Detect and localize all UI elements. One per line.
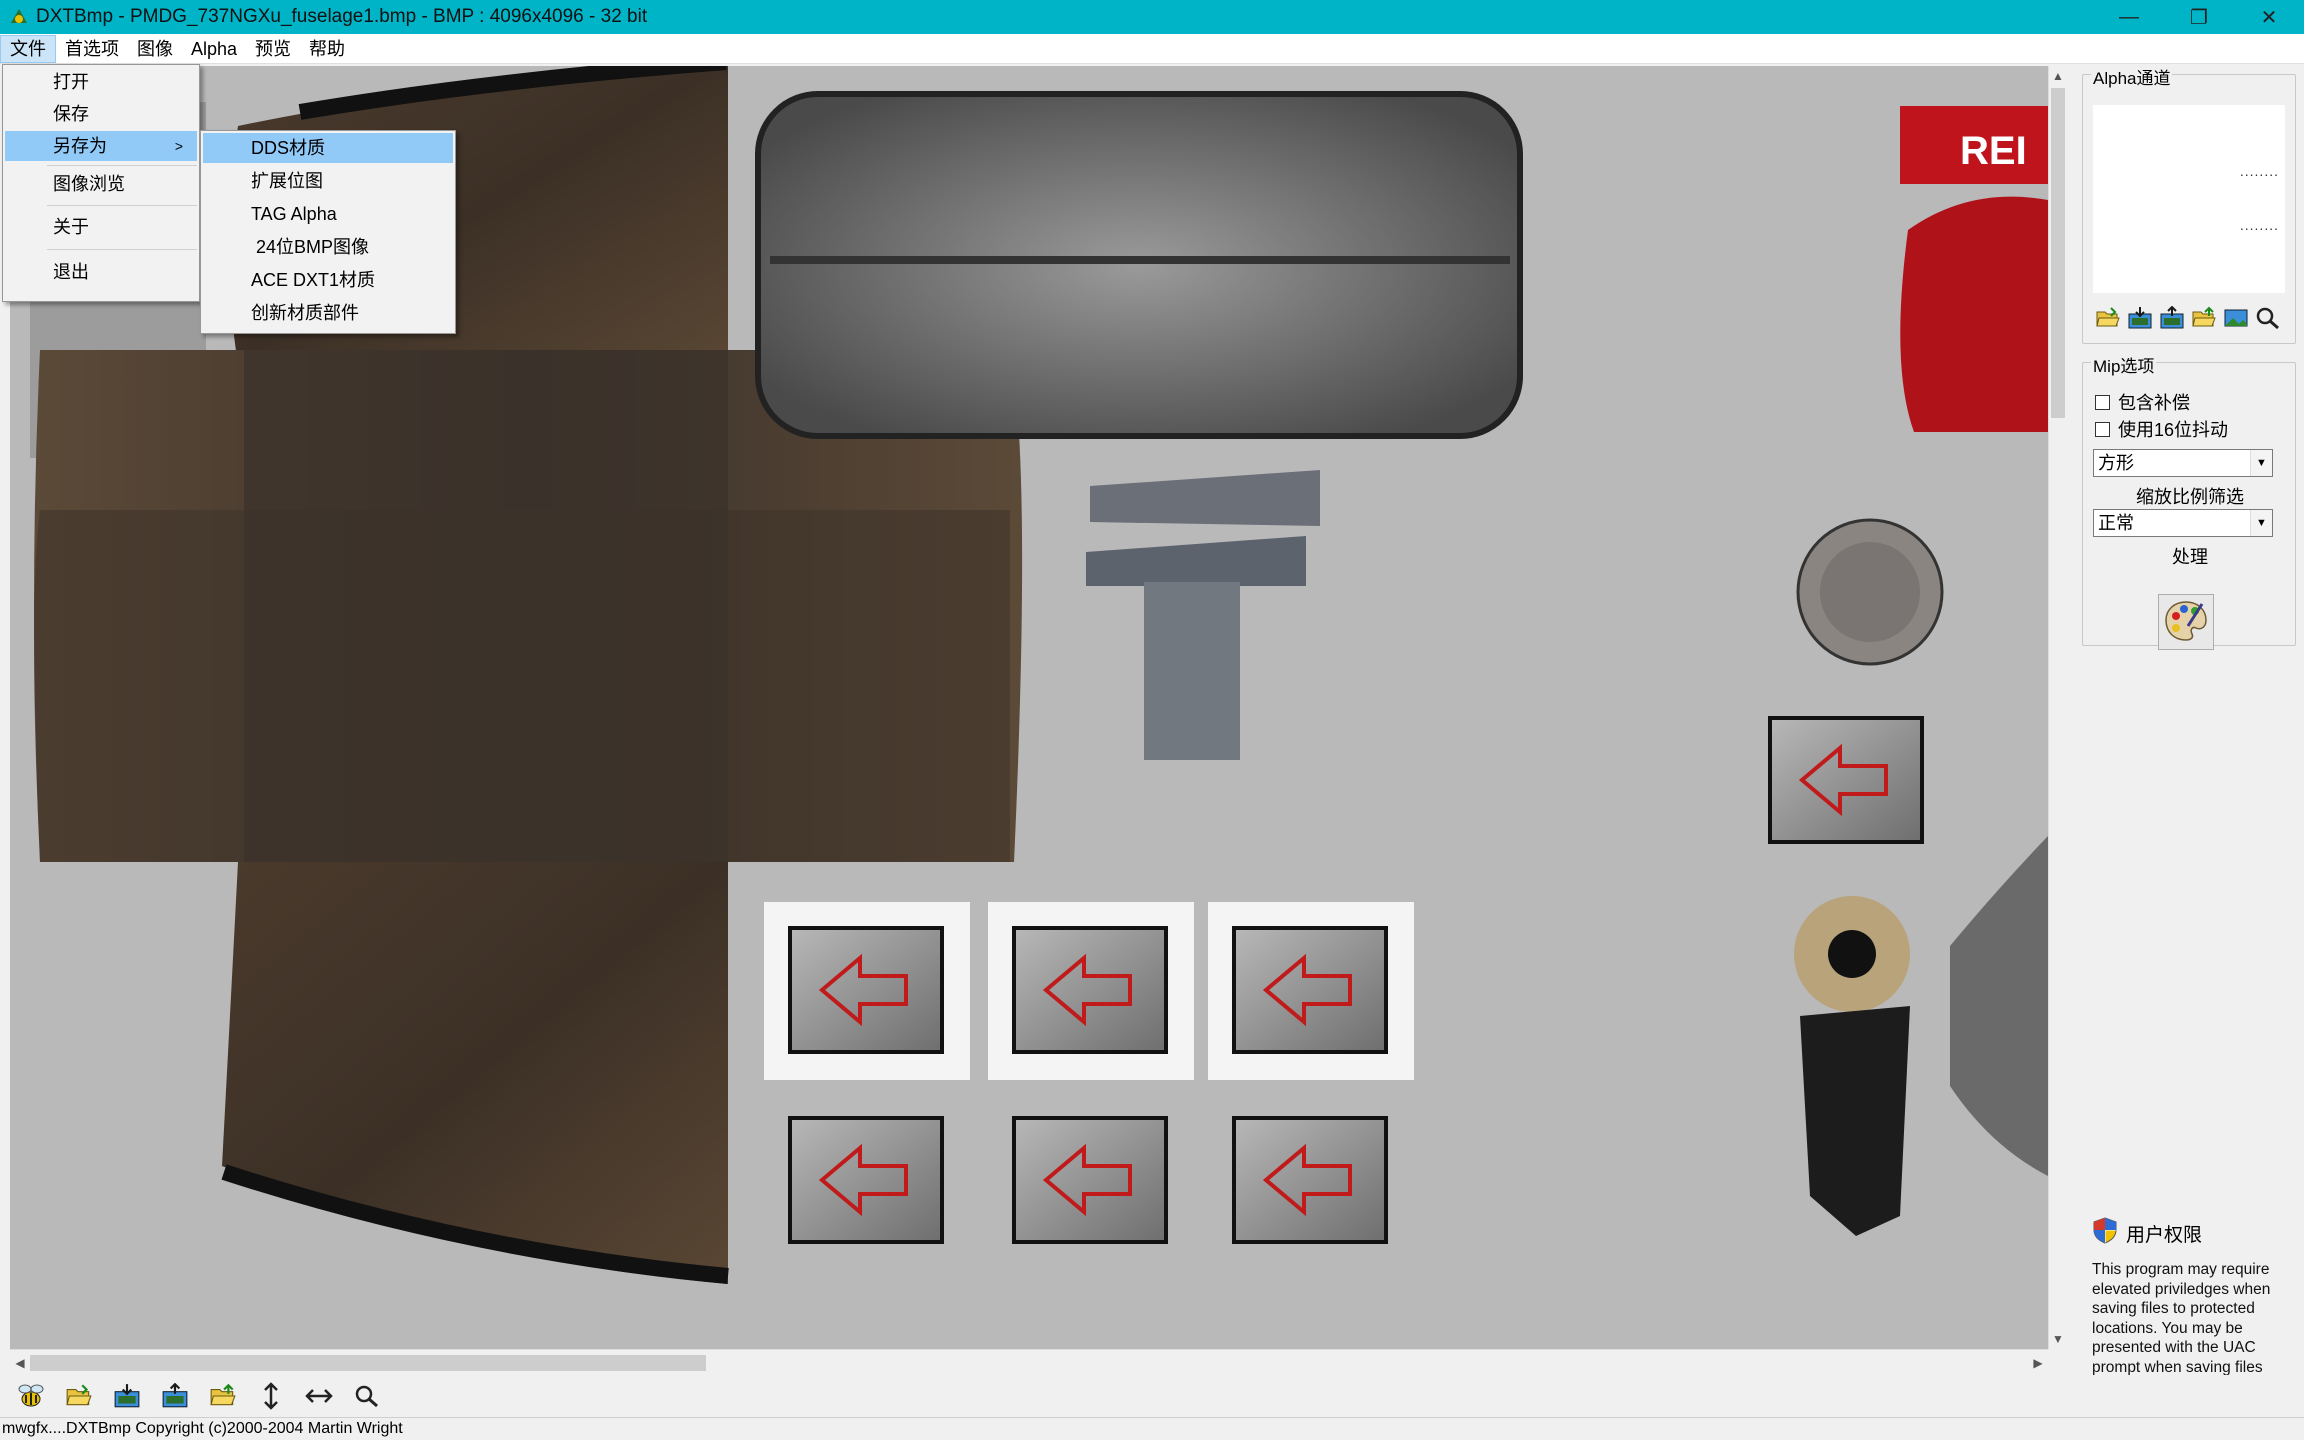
- bottom-toolbar: [0, 1375, 2304, 1417]
- alpha-preview: ........ ........: [2093, 105, 2285, 293]
- menu-preferences[interactable]: 首选项: [56, 35, 128, 63]
- chevron-right-icon: >: [174, 138, 183, 154]
- shield-icon: [2092, 1216, 2118, 1250]
- process-palette-button[interactable]: [2158, 594, 2214, 650]
- uac-text: This program may require elevated privil…: [2092, 1261, 2271, 1376]
- bee-icon[interactable]: [14, 1379, 48, 1413]
- submenu-item-tag-alpha[interactable]: TAG Alpha: [203, 199, 453, 229]
- mip-group-label: Mip选项: [2091, 352, 2157, 377]
- flip-horizontal-icon[interactable]: [302, 1379, 336, 1413]
- menu-item-about[interactable]: 关于: [5, 212, 197, 242]
- menu-separator: [47, 205, 197, 206]
- palette-icon: [2164, 598, 2208, 647]
- shape-select-value: 方形: [2098, 453, 2134, 473]
- compensate-checkbox[interactable]: [2095, 394, 2110, 410]
- export-image-icon[interactable]: [2157, 303, 2187, 333]
- horizontal-scroll-thumb[interactable]: [30, 1355, 706, 1371]
- open-folder-icon[interactable]: [2093, 303, 2123, 333]
- menu-file[interactable]: 文件: [0, 34, 56, 63]
- menu-item-open[interactable]: 打开: [5, 67, 197, 97]
- scroll-up-icon[interactable]: ▲: [2049, 66, 2067, 86]
- submenu-item-ace-dxt1[interactable]: ACE DXT1材质: [203, 265, 453, 295]
- menu-item-image-browse[interactable]: 图像浏览: [5, 169, 197, 199]
- window-title: DXTBmp - PMDG_737NGXu_fuselage1.bmp - BM…: [36, 6, 648, 27]
- zoom-icon[interactable]: [350, 1379, 384, 1413]
- menu-image[interactable]: 图像: [128, 35, 182, 63]
- right-panel: Alpha通道 ........ ........ Mip选项 包含补偿 使用1…: [2066, 64, 2304, 1417]
- process-label: 处理: [2172, 547, 2208, 567]
- chevron-down-icon[interactable]: ▼: [2250, 450, 2272, 476]
- scroll-right-icon[interactable]: ▶: [2028, 1350, 2048, 1376]
- scroll-down-icon[interactable]: ▼: [2049, 1329, 2067, 1349]
- dither-row[interactable]: 使用16位抖动: [2095, 416, 2228, 442]
- horizontal-scrollbar[interactable]: ◀ ▶: [10, 1349, 2048, 1375]
- minimize-button[interactable]: —: [2094, 0, 2164, 34]
- menu-separator: [47, 249, 197, 250]
- uac-title: 用户权限: [2126, 1224, 2203, 1246]
- menu-help[interactable]: 帮助: [300, 35, 354, 63]
- dither-label: 使用16位抖动: [2118, 420, 2229, 440]
- dither-checkbox[interactable]: [2095, 421, 2110, 437]
- compensate-label: 包含补偿: [2118, 393, 2190, 413]
- scroll-left-icon[interactable]: ◀: [10, 1350, 30, 1376]
- export-image-icon[interactable]: [158, 1379, 192, 1413]
- alpha-dots-top: ........: [2239, 163, 2279, 179]
- alpha-channel-group: Alpha通道 ........ ........: [2082, 64, 2296, 344]
- menu-bar: 文件 首选项 图像 Alpha 预览 帮助: [0, 34, 2304, 64]
- submenu-item-dds[interactable]: DDS材质: [203, 133, 453, 163]
- app-icon[interactable]: [6, 4, 32, 30]
- open-folder-alt-icon[interactable]: [206, 1379, 240, 1413]
- submenu-item-texture-part[interactable]: 创新材质部件: [203, 298, 453, 328]
- submenu-item-extended-bitmap[interactable]: 扩展位图: [203, 166, 453, 196]
- menu-item-save[interactable]: 保存: [5, 99, 197, 129]
- menu-item-save-as[interactable]: 另存为 >: [5, 131, 197, 161]
- menu-separator: [47, 165, 197, 166]
- zoom-icon[interactable]: [2253, 303, 2283, 333]
- title-bar: DXTBmp - PMDG_737NGXu_fuselage1.bmp - BM…: [0, 0, 2304, 34]
- submenu-item-24bit-bmp[interactable]: 24位BMP图像: [203, 232, 453, 262]
- vertical-scroll-thumb[interactable]: [2051, 88, 2065, 418]
- close-button[interactable]: ✕: [2234, 0, 2304, 34]
- chevron-down-icon[interactable]: ▼: [2250, 510, 2272, 536]
- open-folder-alt-icon[interactable]: [2189, 303, 2219, 333]
- file-menu: 打开 保存 另存为 > 图像浏览 关于 退出: [2, 64, 200, 302]
- filter-select[interactable]: 正常 ▼: [2093, 509, 2273, 537]
- vertical-scrollbar[interactable]: ▲ ▼: [2048, 66, 2066, 1349]
- menu-preview[interactable]: 预览: [246, 35, 300, 63]
- maximize-button[interactable]: ❐: [2164, 0, 2234, 34]
- alpha-dots-bottom: ........: [2239, 217, 2279, 233]
- scale-filter-label: 缩放比例筛选: [2136, 487, 2244, 507]
- menu-item-save-as-label: 另存为: [53, 136, 107, 156]
- alpha-group-label: Alpha通道: [2091, 64, 2173, 89]
- open-folder-icon[interactable]: [62, 1379, 96, 1413]
- flip-vertical-icon[interactable]: [254, 1379, 288, 1413]
- image-preview-icon[interactable]: [2221, 303, 2251, 333]
- status-bar: mwgfx....DXTBmp Copyright (c)2000-2004 M…: [0, 1417, 2304, 1440]
- save-as-submenu: DDS材质 扩展位图 TAG Alpha 24位BMP图像 ACE DXT1材质…: [200, 130, 456, 334]
- save-down-icon[interactable]: [110, 1379, 144, 1413]
- menu-item-exit[interactable]: 退出: [5, 257, 197, 287]
- save-down-icon[interactable]: [2125, 303, 2155, 333]
- compensate-row[interactable]: 包含补偿: [2095, 389, 2190, 415]
- menu-alpha[interactable]: Alpha: [182, 35, 246, 63]
- filter-select-value: 正常: [2098, 513, 2134, 533]
- uac-notice: 用户权限 This program may require elevated p…: [2082, 1216, 2292, 1377]
- shape-select[interactable]: 方形 ▼: [2093, 449, 2273, 477]
